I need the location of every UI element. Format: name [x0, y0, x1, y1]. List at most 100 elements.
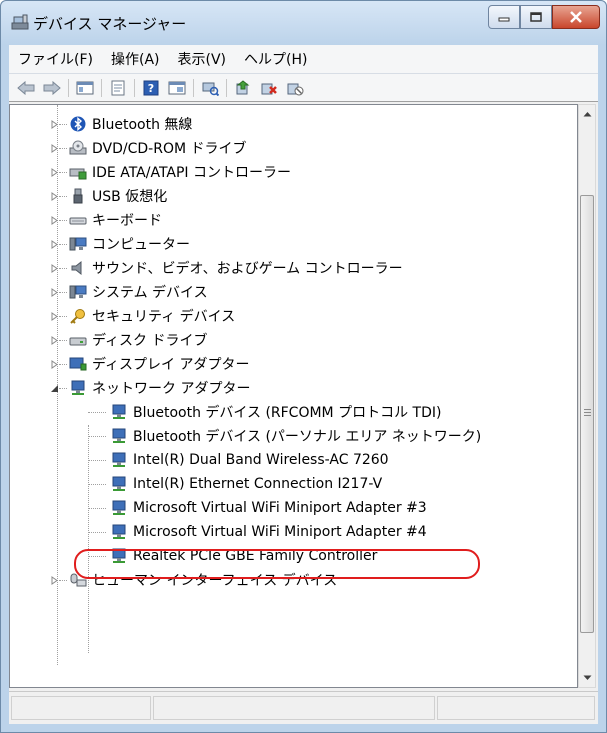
ide-controller-icon [69, 164, 87, 180]
help-icon[interactable]: ? [140, 78, 162, 98]
bluetooth-icon [69, 116, 87, 132]
device-manager-window: デバイス マネージャー ファイル(F) 操作(A) 表示(V) ヘルプ(H) ?… [0, 0, 607, 733]
disable-icon[interactable] [284, 78, 306, 98]
tree-item-label: DVD/CD-ROM ドライブ [92, 141, 247, 157]
scrollbar-thumb[interactable] [580, 195, 594, 633]
menu-view[interactable]: 表示(V) [169, 49, 236, 69]
expand-arrow-icon[interactable] [50, 575, 59, 585]
view-icon[interactable] [166, 78, 188, 98]
expand-arrow-icon[interactable] [50, 263, 59, 273]
tree-item-intel-ethernet[interactable]: Intel(R) Ethernet Connection I217-V [88, 472, 382, 496]
properties-icon[interactable] [107, 78, 129, 98]
tree-connector [59, 315, 67, 317]
scan-hardware-icon[interactable] [199, 78, 221, 98]
tree-item-ms-wifi-3[interactable]: Microsoft Virtual WiFi Miniport Adapter … [88, 496, 427, 520]
expand-arrow-icon[interactable] [50, 191, 59, 201]
vertical-scrollbar[interactable] [578, 104, 596, 688]
network-adapter-icon [110, 500, 128, 516]
tree-item-ide-controller[interactable]: IDE ATA/ATAPI コントローラー [50, 160, 291, 184]
tree-item-display-adapters[interactable]: ディスプレイ アダプター [50, 352, 249, 376]
tree-connector [59, 387, 67, 389]
network-adapter-icon [110, 476, 128, 492]
tree-item-intel-wireless[interactable]: Intel(R) Dual Band Wireless-AC 7260 [88, 448, 389, 472]
client-area: ファイル(F) 操作(A) 表示(V) ヘルプ(H) ? Bluetooth 無… [9, 45, 598, 724]
svg-text:?: ? [148, 82, 154, 95]
tree-item-usb-virtualization[interactable]: USB 仮想化 [50, 184, 167, 208]
menu-help[interactable]: ヘルプ(H) [235, 49, 316, 69]
network-adapter-icon [110, 524, 128, 540]
tree-connector [59, 171, 67, 173]
tree-item-label: システム デバイス [92, 285, 208, 301]
expand-arrow-icon[interactable] [50, 335, 59, 345]
tree-item-network-adapters[interactable]: ネットワーク アダプター [50, 376, 250, 400]
toolbar: ? [9, 74, 598, 102]
tree-connector [59, 339, 67, 341]
expand-arrow-icon[interactable] [50, 239, 59, 249]
minimize-icon [498, 17, 510, 22]
tree-connector [88, 459, 106, 461]
update-driver-icon[interactable] [232, 78, 254, 98]
tree-connector [59, 291, 67, 293]
tree-item-system-devices[interactable]: システム デバイス [50, 280, 208, 304]
device-manager-icon [11, 14, 29, 30]
scroll-up-button[interactable] [579, 105, 595, 123]
forward-icon[interactable] [41, 78, 63, 98]
expand-arrow-icon[interactable] [50, 287, 59, 297]
display-adapter-icon [69, 356, 87, 372]
tree-item-ms-wifi-4[interactable]: Microsoft Virtual WiFi Miniport Adapter … [88, 520, 427, 544]
tree-item-label: Intel(R) Ethernet Connection I217-V [133, 476, 383, 492]
network-adapter-icon [69, 380, 87, 396]
tree-item-label: Intel(R) Dual Band Wireless-AC 7260 [133, 452, 389, 468]
close-button[interactable] [552, 5, 600, 29]
tree-item-bluetooth-rfcomm[interactable]: Bluetooth デバイス (RFCOMM プロトコル TDI) [88, 400, 441, 424]
keyboard-icon [69, 212, 87, 228]
collapse-arrow-icon[interactable] [50, 384, 59, 393]
expand-arrow-icon[interactable] [50, 359, 59, 369]
network-adapter-icon [110, 404, 128, 420]
tree-item-computer[interactable]: コンピューター [50, 232, 190, 256]
dvd-drive-icon [69, 140, 87, 156]
toolbar-separator [193, 78, 194, 97]
tree-item-label: コンピューター [92, 237, 190, 253]
minimize-button[interactable] [488, 5, 520, 29]
status-panel [153, 696, 435, 720]
window-title: デバイス マネージャー [33, 15, 187, 33]
device-tree[interactable]: Bluetooth 無線 DVD/CD-ROM ドライブ IDE ATA/ATA… [9, 104, 578, 688]
tree-item-label: USB 仮想化 [92, 189, 168, 205]
title-bar[interactable]: デバイス マネージャー [1, 1, 606, 45]
tree-item-keyboard[interactable]: キーボード [50, 208, 162, 232]
tree-item-disk-drives[interactable]: ディスク ドライブ [50, 328, 207, 352]
tree-item-label: ディスプレイ アダプター [92, 357, 250, 373]
status-bar [9, 691, 598, 723]
expand-arrow-icon[interactable] [50, 215, 59, 225]
tree-connector [88, 507, 106, 509]
console-tree-icon[interactable] [74, 78, 96, 98]
tree-item-bluetooth-pan[interactable]: Bluetooth デバイス (パーソナル エリア ネットワーク) [88, 424, 481, 448]
toolbar-separator [68, 78, 69, 97]
tree-item-label: Bluetooth デバイス (RFCOMM プロトコル TDI) [133, 405, 442, 421]
tree-item-label: Microsoft Virtual WiFi Miniport Adapter … [133, 524, 427, 540]
scroll-down-icon [583, 675, 591, 680]
sound-icon [69, 260, 87, 276]
tree-connector [59, 147, 67, 149]
back-icon[interactable] [15, 78, 37, 98]
tree-item-dvd-drive[interactable]: DVD/CD-ROM ドライブ [50, 136, 247, 160]
tree-item-label: サウンド、ビデオ、およびゲーム コントローラー [92, 261, 403, 277]
security-device-icon [69, 308, 87, 324]
expand-arrow-icon[interactable] [50, 143, 59, 153]
network-adapter-icon [110, 428, 128, 444]
menu-file[interactable]: ファイル(F) [9, 49, 102, 69]
tree-item-sound[interactable]: サウンド、ビデオ、およびゲーム コントローラー [50, 256, 403, 280]
expand-arrow-icon[interactable] [50, 119, 59, 129]
maximize-button[interactable] [520, 5, 552, 29]
tree-item-bluetooth-radio[interactable]: Bluetooth 無線 [50, 112, 192, 136]
tree-item-security-devices[interactable]: セキュリティ デバイス [50, 304, 235, 328]
uninstall-icon[interactable] [258, 78, 280, 98]
tree-item-label: ネットワーク アダプター [92, 381, 251, 397]
scroll-down-button[interactable] [579, 669, 595, 687]
expand-arrow-icon[interactable] [50, 311, 59, 321]
expand-arrow-icon[interactable] [50, 167, 59, 177]
menu-action[interactable]: 操作(A) [102, 49, 169, 69]
usb-icon [69, 188, 87, 204]
maximize-icon [530, 12, 542, 22]
